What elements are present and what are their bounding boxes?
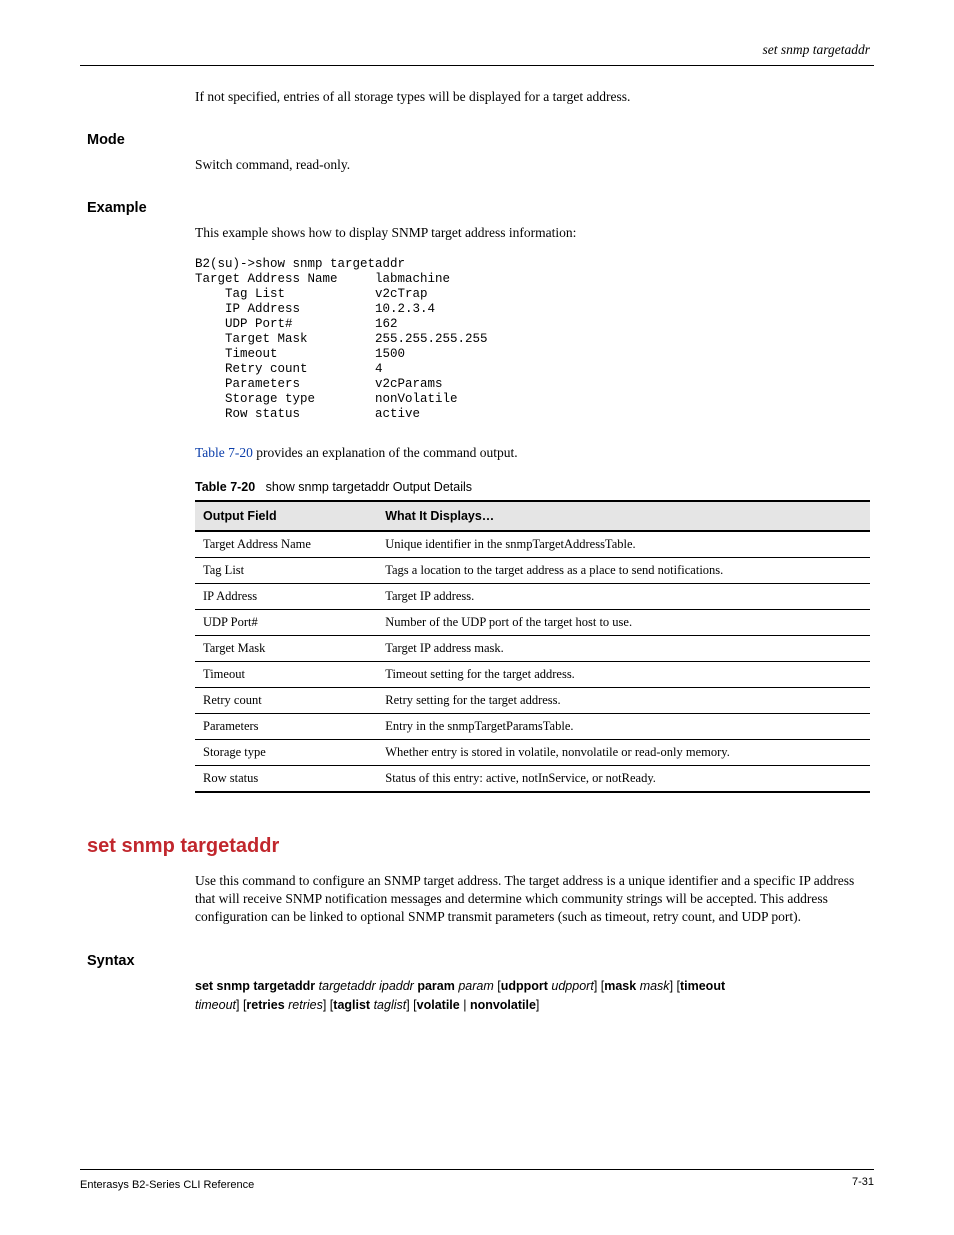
output-table: Output Field What It Displays… Target Ad… (195, 500, 870, 793)
syntax-arg: mask (640, 979, 670, 993)
syntax-arg: taglist (374, 998, 407, 1012)
table-row: Tag ListTags a location to the target ad… (195, 557, 870, 583)
table-row: TimeoutTimeout setting for the target ad… (195, 661, 870, 687)
syntax-text: ] [ (594, 979, 604, 993)
syntax-text: ] [ (323, 998, 333, 1012)
table-cell-field: Storage type (195, 739, 377, 765)
defaults-text: If not specified, entries of all storage… (195, 88, 870, 106)
syntax-keyword: udpport (501, 979, 552, 993)
table-ref-link[interactable]: Table 7-20 (195, 445, 253, 460)
table-row: UDP Port#Number of the UDP port of the t… (195, 609, 870, 635)
table-cell-desc: Timeout setting for the target address. (377, 661, 870, 687)
table-cell-desc: Tags a location to the target address as… (377, 557, 870, 583)
example-code: B2(su)->show snmp targetaddr Target Addr… (195, 257, 870, 422)
table-head-field: Output Field (195, 501, 377, 531)
syntax-text: | (463, 998, 470, 1012)
table-cell-field: Timeout (195, 661, 377, 687)
table-cell-field: Retry count (195, 687, 377, 713)
syntax-arg: param (458, 979, 497, 993)
table-row: IP AddressTarget IP address. (195, 583, 870, 609)
table-cell-desc: Number of the UDP port of the target hos… (377, 609, 870, 635)
syntax-keyword: set snmp targetaddr (195, 979, 319, 993)
syntax-keyword: taglist (333, 998, 373, 1012)
table-title-number: Table 7-20 (195, 480, 255, 494)
syntax-heading: Syntax (87, 953, 870, 969)
table-cell-field: Target Mask (195, 635, 377, 661)
syntax-arg: targetaddr ipaddr (319, 979, 418, 993)
table-cell-desc: Unique identifier in the snmpTargetAddre… (377, 531, 870, 558)
syntax-keyword: nonvolatile (470, 998, 536, 1012)
table-cell-field: Parameters (195, 713, 377, 739)
table-cell-desc: Whether entry is stored in volatile, non… (377, 739, 870, 765)
table-head-desc: What It Displays… (377, 501, 870, 531)
table-title: Table 7-20 show snmp targetaddr Output D… (195, 480, 870, 494)
table-cell-desc: Status of this entry: active, notInServi… (377, 765, 870, 792)
syntax-keyword: timeout (680, 979, 725, 993)
header-section-title: set snmp targetaddr (763, 42, 871, 58)
syntax-keyword: param (417, 979, 458, 993)
mode-heading: Mode (87, 132, 870, 148)
set-snmp-heading: set snmp targetaddr (87, 835, 870, 858)
table-row: Target MaskTarget IP address mask. (195, 635, 870, 661)
syntax-arg: timeout (195, 998, 236, 1012)
table-cell-desc: Entry in the snmpTargetParamsTable. (377, 713, 870, 739)
table-cell-desc: Target IP address mask. (377, 635, 870, 661)
syntax-text: ] [ (236, 998, 246, 1012)
header-rule (80, 65, 874, 66)
syntax-keyword: mask (604, 979, 639, 993)
table-row: Target Address NameUnique identifier in … (195, 531, 870, 558)
mode-text: Switch command, read-only. (195, 156, 870, 174)
table-cell-field: Row status (195, 765, 377, 792)
syntax-text: ] (536, 998, 539, 1012)
table-title-text: show snmp targetaddr Output Details (266, 480, 472, 494)
syntax-keyword: volatile (417, 998, 464, 1012)
syntax-text: ] [ (670, 979, 680, 993)
table-cell-field: Target Address Name (195, 531, 377, 558)
table-cell-field: UDP Port# (195, 609, 377, 635)
page-number: 7-31 (852, 1176, 874, 1188)
set-snmp-desc: Use this command to configure an SNMP ta… (195, 872, 870, 927)
syntax-keyword: retries (246, 998, 288, 1012)
example-heading: Example (87, 200, 870, 216)
example-text: This example shows how to display SNMP t… (195, 224, 870, 242)
syntax-arg: udpport (551, 979, 593, 993)
syntax-arg: retries (288, 998, 323, 1012)
table-cell-desc: Target IP address. (377, 583, 870, 609)
table-row: Row statusStatus of this entry: active, … (195, 765, 870, 792)
syntax-text: ] [ (406, 998, 416, 1012)
syntax-block: set snmp targetaddr targetaddr ipaddr pa… (195, 977, 870, 1016)
table-cell-field: Tag List (195, 557, 377, 583)
footer-left: Enterasys B2-Series CLI Reference (80, 1179, 254, 1191)
table-row: ParametersEntry in the snmpTargetParamsT… (195, 713, 870, 739)
table-row: Storage typeWhether entry is stored in v… (195, 739, 870, 765)
example-after-text: provides an explanation of the command o… (253, 445, 518, 460)
page-footer: 7-31 Enterasys B2-Series CLI Reference (80, 1169, 874, 1191)
table-row: Retry countRetry setting for the target … (195, 687, 870, 713)
table-cell-desc: Retry setting for the target address. (377, 687, 870, 713)
table-cell-field: IP Address (195, 583, 377, 609)
example-after: Table 7-20 provides an explanation of th… (195, 444, 870, 462)
